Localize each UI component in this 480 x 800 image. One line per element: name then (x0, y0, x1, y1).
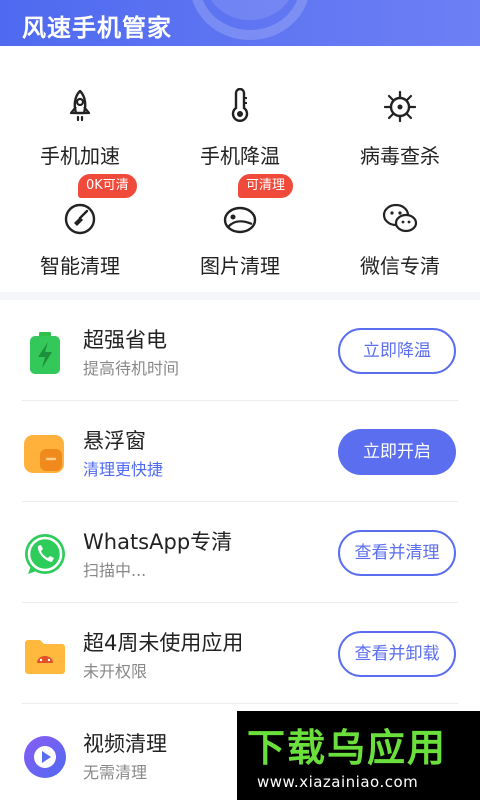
list-item-whatsapp-clean[interactable]: WhatsApp专清 扫描中... 查看并清理 (22, 502, 458, 603)
item-title: 超4周未使用应用 (83, 631, 244, 655)
virus-icon (383, 90, 417, 123)
image-icon (223, 206, 257, 234)
tool-label: 微信专清 (360, 254, 440, 278)
watermark-title: 下载乌应用 (247, 726, 448, 770)
tool-label: 手机加速 (40, 144, 120, 168)
view-and-clean-button[interactable]: 查看并清理 (338, 530, 456, 576)
list-item-unused-apps[interactable]: 超4周未使用应用 未开权限 查看并卸载 (22, 603, 458, 704)
broom-icon (64, 203, 96, 235)
smart-clean-badge: 0K可清 (78, 174, 137, 198)
rocket-icon (69, 89, 91, 122)
item-subtitle: 清理更快捷 (83, 460, 164, 479)
wechat-icon (382, 203, 418, 233)
item-subtitle: 未开权限 (83, 662, 148, 681)
tool-grid: 手机加速 手机降温 病毒查杀 智能清理 0K可清 图片清理 可清理 微信专清 (0, 46, 480, 292)
item-subtitle: 无需清理 (83, 763, 148, 782)
tool-virus-scan[interactable]: 病毒查杀 (320, 84, 480, 184)
android-folder-icon (25, 640, 65, 674)
item-title: 悬浮窗 (83, 429, 146, 453)
whatsapp-icon (25, 534, 65, 574)
tool-wechat-clean[interactable]: 微信专清 (320, 194, 480, 294)
floating-window-icon (24, 435, 64, 473)
item-title: 超强省电 (83, 328, 167, 352)
cool-now-button[interactable]: 立即降温 (338, 328, 456, 374)
view-and-uninstall-button[interactable]: 查看并卸载 (338, 631, 456, 677)
enable-now-button[interactable]: 立即开启 (338, 429, 456, 475)
list-item-power-saving[interactable]: 超强省电 提高待机时间 立即降温 (22, 300, 458, 401)
item-subtitle: 提高待机时间 (83, 359, 180, 378)
watermark-logo: 下载乌应用 www.xiazainiao.com (237, 711, 480, 800)
app-title: 风速手机管家 (22, 14, 172, 42)
item-subtitle: 扫描中... (83, 561, 147, 580)
app-header: 风速手机管家 (0, 0, 480, 46)
video-icon (24, 736, 66, 778)
tool-label: 病毒查杀 (360, 144, 440, 168)
list-item-floating-window[interactable]: 悬浮窗 清理更快捷 立即开启 (22, 401, 458, 502)
item-title: 视频清理 (83, 732, 167, 756)
image-clean-badge: 可清理 (238, 174, 294, 198)
battery-icon (30, 332, 60, 374)
tool-label: 图片清理 (200, 254, 280, 278)
tool-phone-cooling[interactable]: 手机降温 (160, 84, 320, 184)
thermometer-icon (231, 88, 249, 122)
tool-label: 手机降温 (200, 144, 280, 168)
tool-label: 智能清理 (40, 254, 120, 278)
tool-image-clean[interactable]: 图片清理 (160, 194, 320, 294)
watermark-url: www.xiazainiao.com (257, 773, 419, 791)
tool-phone-boost[interactable]: 手机加速 (0, 84, 160, 184)
item-title: WhatsApp专清 (83, 530, 233, 554)
tool-smart-clean[interactable]: 智能清理 (0, 194, 160, 294)
